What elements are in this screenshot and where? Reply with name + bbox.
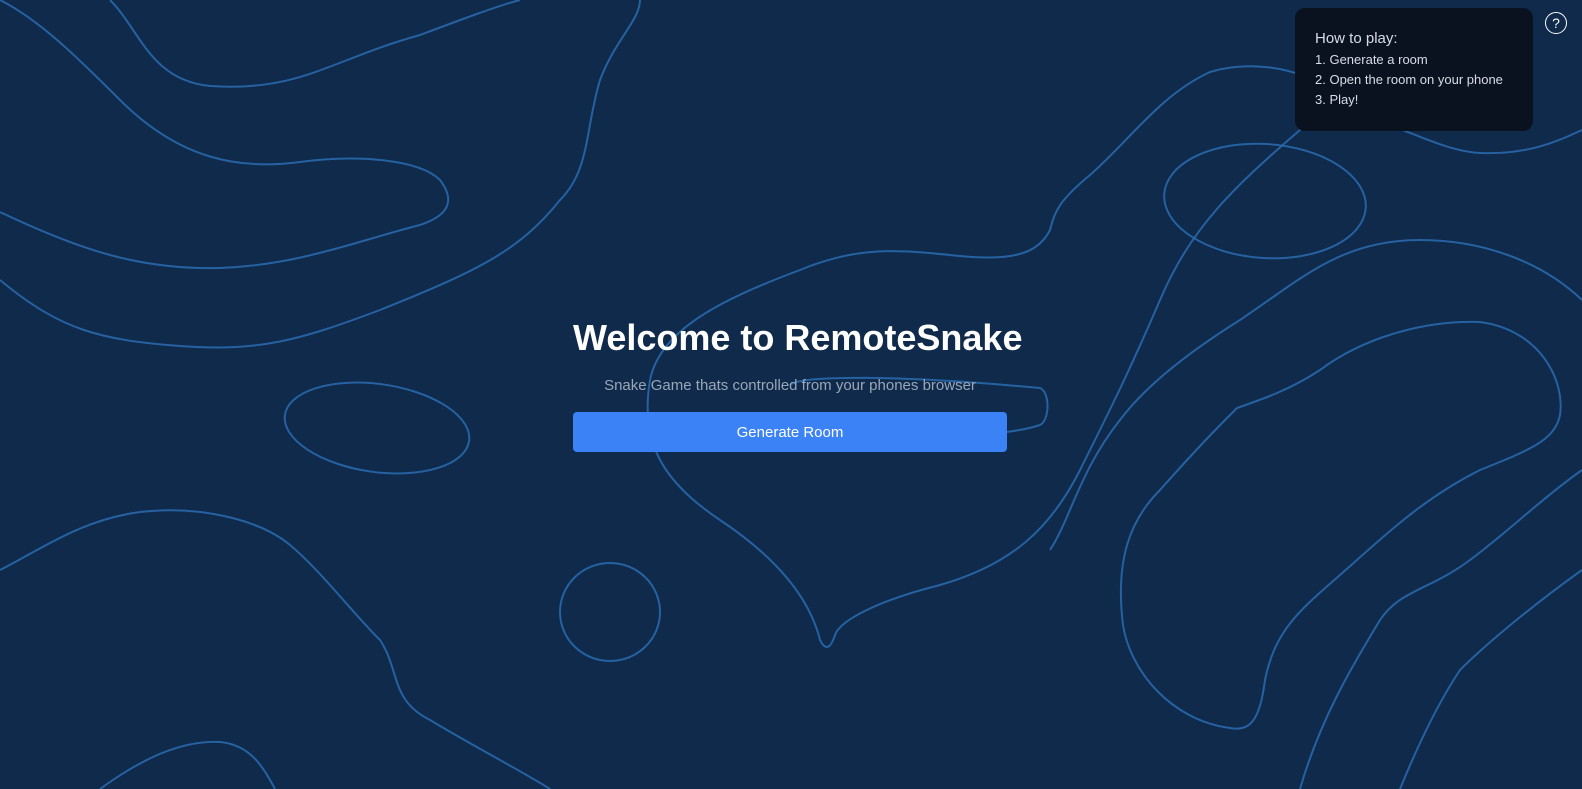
how-to-play-steps: 1. Generate a room 2. Open the room on y… [1315, 50, 1533, 110]
page-background: Welcome to RemoteSnake Snake Game thats … [0, 0, 1582, 789]
page-subtitle: Snake Game thats controlled from your ph… [604, 377, 976, 394]
how-to-play-panel: How to play: 1. Generate a room 2. Open … [1295, 8, 1533, 131]
page-title: Welcome to RemoteSnake [573, 317, 1023, 358]
how-to-play-step: 3. Play! [1315, 92, 1359, 107]
how-to-play-title: How to play: [1315, 30, 1398, 47]
how-to-play-step: 1. Generate a room [1315, 52, 1428, 67]
how-to-play-step: 2. Open the room on your phone [1315, 72, 1503, 87]
hero-section: Welcome to RemoteSnake Snake Game thats … [573, 312, 1023, 452]
generate-room-button[interactable]: Generate Room [573, 412, 1007, 452]
help-icon[interactable]: ? [1545, 12, 1567, 34]
